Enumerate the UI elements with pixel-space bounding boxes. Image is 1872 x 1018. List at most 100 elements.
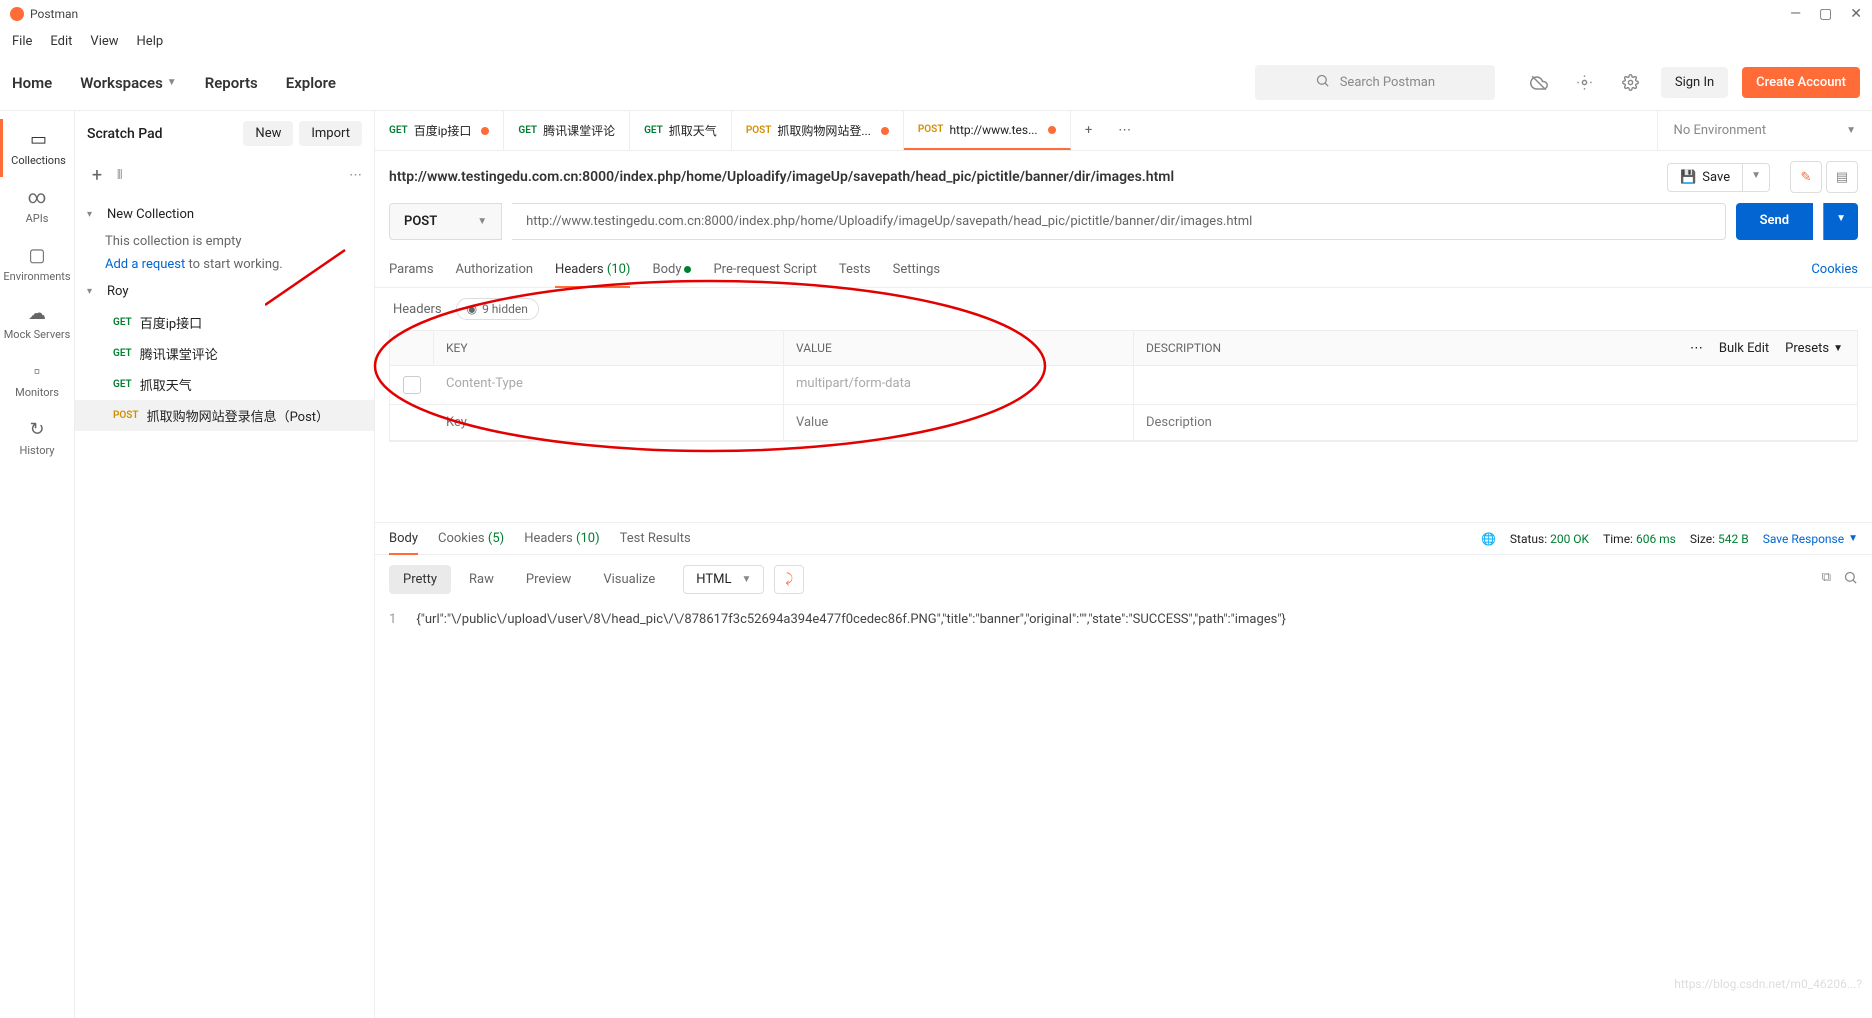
tab[interactable]: POST抓取购物网站登... bbox=[732, 111, 904, 150]
create-account-button[interactable]: Create Account bbox=[1742, 67, 1860, 98]
menu-view[interactable]: View bbox=[90, 34, 118, 49]
search-icon[interactable] bbox=[1843, 570, 1858, 589]
menu-file[interactable]: File bbox=[12, 34, 32, 49]
value-input[interactable] bbox=[784, 366, 1133, 401]
iconbar-apis[interactable]: ∞APIs bbox=[0, 177, 74, 235]
tab-params[interactable]: Params bbox=[389, 252, 434, 287]
nav-explore[interactable]: Explore bbox=[286, 74, 336, 92]
add-request-link[interactable]: Add a request bbox=[105, 257, 185, 272]
key-input[interactable] bbox=[434, 366, 783, 401]
app-icon bbox=[10, 7, 24, 21]
iconbar-mock-servers[interactable]: ☁Mock Servers bbox=[0, 293, 74, 351]
signin-button[interactable]: Sign In bbox=[1661, 67, 1728, 98]
desc-input[interactable] bbox=[1134, 405, 1857, 440]
cloud-sync-icon[interactable] bbox=[1523, 67, 1555, 99]
filter-input[interactable] bbox=[132, 164, 339, 187]
nav-reports[interactable]: Reports bbox=[205, 74, 258, 92]
app-title: Postman bbox=[30, 7, 78, 21]
more-icon[interactable]: ⋯ bbox=[349, 168, 362, 183]
close-icon[interactable]: ✕ bbox=[1850, 6, 1862, 22]
iconbar-monitors[interactable]: ▫Monitors bbox=[0, 351, 74, 409]
tab-more-button[interactable]: ⋯ bbox=[1107, 123, 1143, 138]
tab[interactable]: GET百度ip接口 bbox=[375, 111, 504, 150]
unsaved-dot-icon bbox=[481, 127, 489, 135]
bulk-edit-link[interactable]: Bulk Edit bbox=[1719, 341, 1769, 356]
hidden-headers-toggle[interactable]: ◉9 hidden bbox=[456, 298, 539, 320]
view-raw[interactable]: Raw bbox=[455, 565, 508, 594]
cookies-link[interactable]: Cookies bbox=[1811, 252, 1858, 287]
add-collection-button[interactable]: + bbox=[87, 166, 107, 186]
capture-icon[interactable] bbox=[1569, 67, 1601, 99]
tab-add-button[interactable]: + bbox=[1071, 123, 1107, 138]
send-button[interactable]: Send bbox=[1736, 203, 1814, 240]
value-input[interactable] bbox=[784, 405, 1133, 440]
menu-edit[interactable]: Edit bbox=[50, 34, 72, 49]
tab[interactable]: GET腾讯课堂评论 bbox=[504, 111, 630, 150]
tab[interactable]: POSThttp://www.tes... bbox=[904, 111, 1071, 150]
method-select[interactable]: POST▼ bbox=[389, 203, 502, 240]
url-input[interactable] bbox=[512, 203, 1725, 240]
key-input[interactable] bbox=[434, 405, 783, 440]
tab-settings[interactable]: Settings bbox=[893, 252, 940, 287]
tab-auth[interactable]: Authorization bbox=[456, 252, 534, 287]
more-icon[interactable]: ⋯ bbox=[1690, 341, 1703, 356]
collection-roy[interactable]: ▾ Roy bbox=[75, 276, 374, 307]
desc-input[interactable] bbox=[1134, 366, 1857, 401]
save-dropdown[interactable]: ▼ bbox=[1743, 163, 1770, 192]
iconbar-history[interactable]: ↻History bbox=[0, 409, 74, 467]
status-label: Status: 200 OK bbox=[1510, 532, 1589, 546]
environment-select[interactable]: No Environment▼ bbox=[1657, 111, 1872, 150]
globe-icon[interactable]: 🌐 bbox=[1481, 532, 1496, 546]
time-label: Time: 606 ms bbox=[1603, 532, 1676, 546]
resp-tab-body[interactable]: Body bbox=[389, 531, 418, 546]
save-button[interactable]: 💾Save bbox=[1667, 163, 1743, 192]
tab-headers[interactable]: Headers (10) bbox=[555, 252, 630, 287]
resp-tab-tests[interactable]: Test Results bbox=[620, 531, 691, 546]
send-dropdown[interactable]: ▼ bbox=[1823, 203, 1858, 240]
comment-icon[interactable]: ▤ bbox=[1826, 161, 1858, 193]
iconbar-collections[interactable]: ▭Collections bbox=[0, 119, 74, 177]
tab-prereq[interactable]: Pre-request Script bbox=[713, 252, 816, 287]
chevron-down-icon: ▼ bbox=[1833, 343, 1843, 354]
menu-help[interactable]: Help bbox=[137, 34, 164, 49]
nav-home[interactable]: Home bbox=[12, 74, 52, 92]
request-item[interactable]: GET抓取天气 bbox=[75, 369, 374, 400]
view-preview[interactable]: Preview bbox=[512, 565, 585, 594]
nav-workspaces[interactable]: Workspaces ▼ bbox=[80, 74, 176, 92]
tab-tests[interactable]: Tests bbox=[839, 252, 871, 287]
filter-icon[interactable]: ⫴ bbox=[117, 168, 122, 183]
col-key: KEY bbox=[434, 331, 784, 365]
search-icon bbox=[1315, 73, 1330, 92]
view-visualize[interactable]: Visualize bbox=[589, 565, 669, 594]
monitor-icon: ▫ bbox=[34, 361, 40, 382]
collection-new[interactable]: ▾ New Collection bbox=[75, 199, 374, 230]
server-icon: ☁ bbox=[28, 303, 46, 324]
maximize-icon[interactable]: ▢ bbox=[1819, 6, 1832, 22]
tab-body[interactable]: Body bbox=[652, 252, 691, 287]
collection-empty-text: This collection is empty bbox=[75, 230, 374, 253]
tab[interactable]: GET抓取天气 bbox=[630, 111, 732, 150]
minimize-icon[interactable]: — bbox=[1790, 6, 1801, 22]
copy-icon[interactable]: ⧉ bbox=[1822, 570, 1831, 589]
col-desc: DESCRIPTION bbox=[1134, 331, 1676, 365]
resp-tab-cookies[interactable]: Cookies (5) bbox=[438, 531, 504, 546]
save-response-dropdown[interactable]: Save Response ▼ bbox=[1763, 532, 1858, 546]
resp-tab-headers[interactable]: Headers (10) bbox=[524, 531, 599, 546]
format-select[interactable]: HTML▼ bbox=[683, 565, 764, 594]
save-icon: 💾 bbox=[1680, 170, 1696, 185]
settings-icon[interactable] bbox=[1615, 67, 1647, 99]
search-input[interactable]: Search Postman bbox=[1255, 65, 1495, 100]
row-checkbox[interactable] bbox=[403, 376, 421, 394]
wrap-lines-button[interactable]: ⤸ bbox=[774, 565, 804, 594]
edit-icon[interactable]: ✎ bbox=[1790, 161, 1822, 193]
view-pretty[interactable]: Pretty bbox=[389, 565, 451, 594]
import-button[interactable]: Import bbox=[299, 121, 362, 146]
presets-dropdown[interactable]: Presets ▼ bbox=[1785, 341, 1843, 356]
request-item[interactable]: GET腾讯课堂评论 bbox=[75, 338, 374, 369]
request-item[interactable]: POST抓取购物网站登录信息（Post） bbox=[75, 400, 374, 431]
eye-icon: ◉ bbox=[467, 302, 477, 316]
new-button[interactable]: New bbox=[243, 121, 293, 146]
response-body-text[interactable]: {"url":"\/public\/upload\/user\/8\/head_… bbox=[416, 612, 1858, 627]
iconbar-environments[interactable]: ▢Environments bbox=[0, 235, 74, 293]
request-item[interactable]: GET百度ip接口 bbox=[75, 307, 374, 338]
